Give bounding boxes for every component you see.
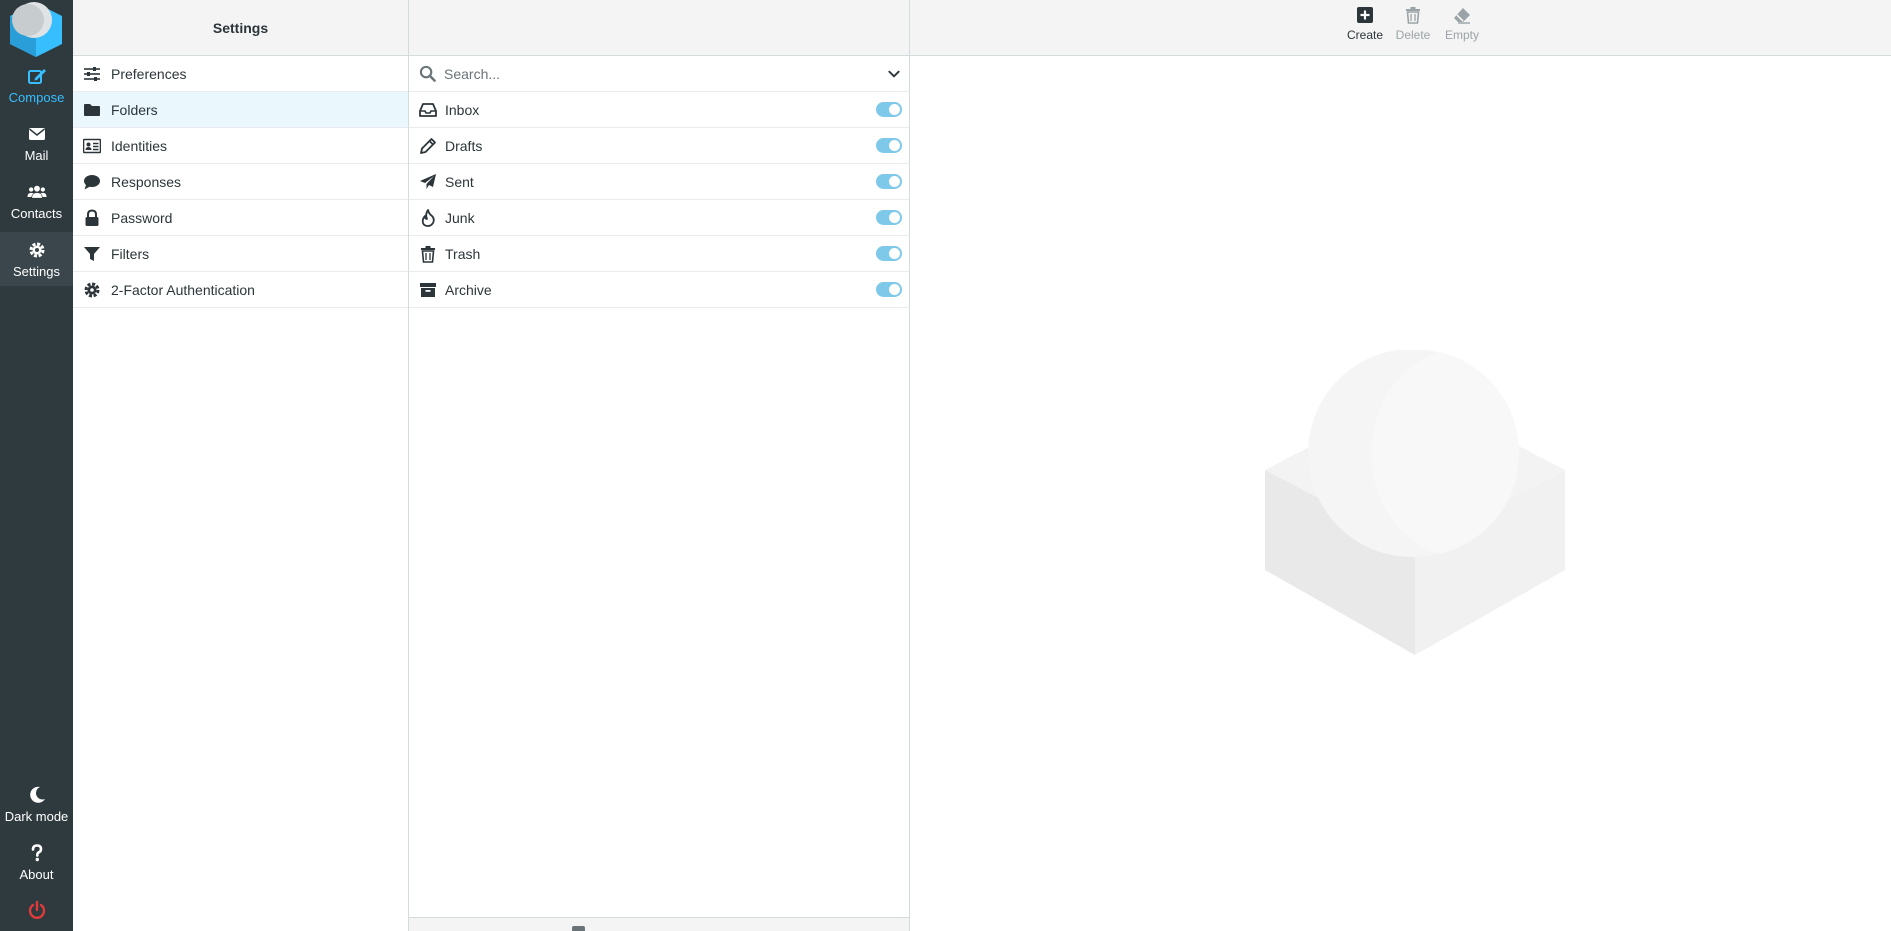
gear-icon: [29, 242, 44, 257]
sliders-icon: [84, 66, 100, 81]
folder-name: Archive: [445, 281, 492, 298]
folder-search-input[interactable]: [436, 65, 887, 82]
nav-about-label: About: [19, 866, 54, 882]
lock-icon: [85, 208, 99, 226]
settings-item-responses[interactable]: Responses: [73, 164, 408, 200]
nav-contacts[interactable]: Contacts: [0, 174, 73, 228]
folder-name: Trash: [445, 245, 481, 262]
moon-icon: [29, 786, 45, 803]
empty-label: Empty: [1444, 28, 1479, 42]
settings-item-2fa[interactable]: 2-Factor Authentication: [73, 272, 408, 308]
nav-dark-mode-label: Dark mode: [4, 808, 69, 824]
archive-icon: [420, 282, 436, 297]
folder-name: Inbox: [445, 101, 480, 118]
toolbar: Create Delete Empty: [910, 0, 1891, 56]
settings-header: Settings: [73, 0, 408, 56]
nav-dark-mode[interactable]: Dark mode: [0, 777, 73, 831]
comment-icon: [84, 174, 100, 189]
folder-name: Junk: [445, 209, 475, 226]
subscribe-toggle[interactable]: [876, 174, 902, 189]
settings-item-filters[interactable]: Filters: [73, 236, 408, 272]
pencil-icon: [420, 137, 436, 154]
chevron-down-icon[interactable]: [887, 67, 901, 81]
settings-item-label: 2-Factor Authentication: [111, 281, 255, 298]
settings-title: Settings: [212, 19, 269, 36]
settings-item-label: Responses: [111, 173, 182, 190]
main-nav: Compose Mail Contacts Settings Dark mode…: [0, 0, 73, 931]
app-logo[interactable]: [0, 0, 73, 58]
filter-icon: [84, 246, 100, 261]
nav-settings-label: Settings: [13, 263, 60, 279]
settings-item-folders[interactable]: Folders: [73, 92, 408, 128]
subscribe-toggle[interactable]: [876, 102, 902, 117]
folders-footer: [409, 917, 909, 931]
folders-header: [409, 0, 909, 56]
inbox-icon: [419, 102, 437, 117]
folder-search-bar: [409, 56, 909, 92]
folder-name: Drafts: [445, 137, 483, 154]
folder-row-inbox[interactable]: Inbox: [409, 92, 909, 128]
folder-row-archive[interactable]: Archive: [409, 272, 909, 308]
folders-list-panel: Inbox Drafts Sent Junk Trash Archive: [409, 0, 910, 931]
create-label: Create: [1346, 28, 1384, 42]
envelope-icon: [28, 127, 45, 140]
subscribe-toggle[interactable]: [876, 138, 902, 153]
folder-row-drafts[interactable]: Drafts: [409, 128, 909, 164]
nav-compose-label: Compose: [8, 89, 65, 105]
trash-icon: [421, 245, 435, 263]
subscribe-toggle[interactable]: [876, 210, 902, 225]
settings-sidebar: Settings Preferences Folders Identities …: [73, 0, 409, 931]
nav-compose[interactable]: Compose: [0, 58, 73, 112]
question-icon: [31, 843, 42, 861]
create-button[interactable]: Create: [1342, 6, 1388, 50]
folder-row-junk[interactable]: Junk: [409, 200, 909, 236]
footer-menu-handle[interactable]: [572, 926, 585, 931]
gear-icon: [84, 282, 100, 297]
delete-button[interactable]: Delete: [1390, 6, 1436, 50]
folder-name: Sent: [445, 173, 474, 190]
settings-item-label: Password: [111, 209, 173, 226]
paper-plane-icon: [420, 173, 436, 189]
settings-item-password[interactable]: Password: [73, 200, 408, 236]
settings-item-identities[interactable]: Identities: [73, 128, 408, 164]
settings-item-label: Preferences: [111, 65, 187, 82]
edit-icon: [27, 68, 46, 84]
settings-item-preferences[interactable]: Preferences: [73, 56, 408, 92]
settings-item-label: Identities: [111, 137, 168, 154]
empty-button[interactable]: Empty: [1439, 6, 1485, 50]
trash-icon: [1406, 7, 1420, 24]
id-card-icon: [83, 138, 101, 153]
settings-item-label: Filters: [111, 245, 150, 262]
nav-mail[interactable]: Mail: [0, 116, 73, 170]
plus-square-icon: [1357, 7, 1373, 23]
search-icon: [419, 65, 436, 82]
app-watermark-logo: [1260, 349, 1570, 660]
nav-settings[interactable]: Settings: [0, 232, 73, 286]
content-panel: Create Delete Empty: [910, 0, 1891, 931]
power-icon: [28, 900, 45, 919]
subscribe-toggle[interactable]: [876, 246, 902, 261]
eraser-icon: [1454, 8, 1470, 24]
settings-item-label: Folders: [111, 101, 158, 118]
nav-about[interactable]: About: [0, 835, 73, 889]
delete-label: Delete: [1395, 28, 1431, 42]
subscribe-toggle[interactable]: [876, 282, 902, 297]
folder-icon: [84, 103, 100, 116]
fire-icon: [421, 208, 435, 227]
nav-logout[interactable]: [0, 893, 73, 931]
folder-row-sent[interactable]: Sent: [409, 164, 909, 200]
users-icon: [26, 185, 47, 198]
nav-contacts-label: Contacts: [10, 205, 63, 221]
folder-row-trash[interactable]: Trash: [409, 236, 909, 272]
nav-mail-label: Mail: [24, 147, 49, 163]
